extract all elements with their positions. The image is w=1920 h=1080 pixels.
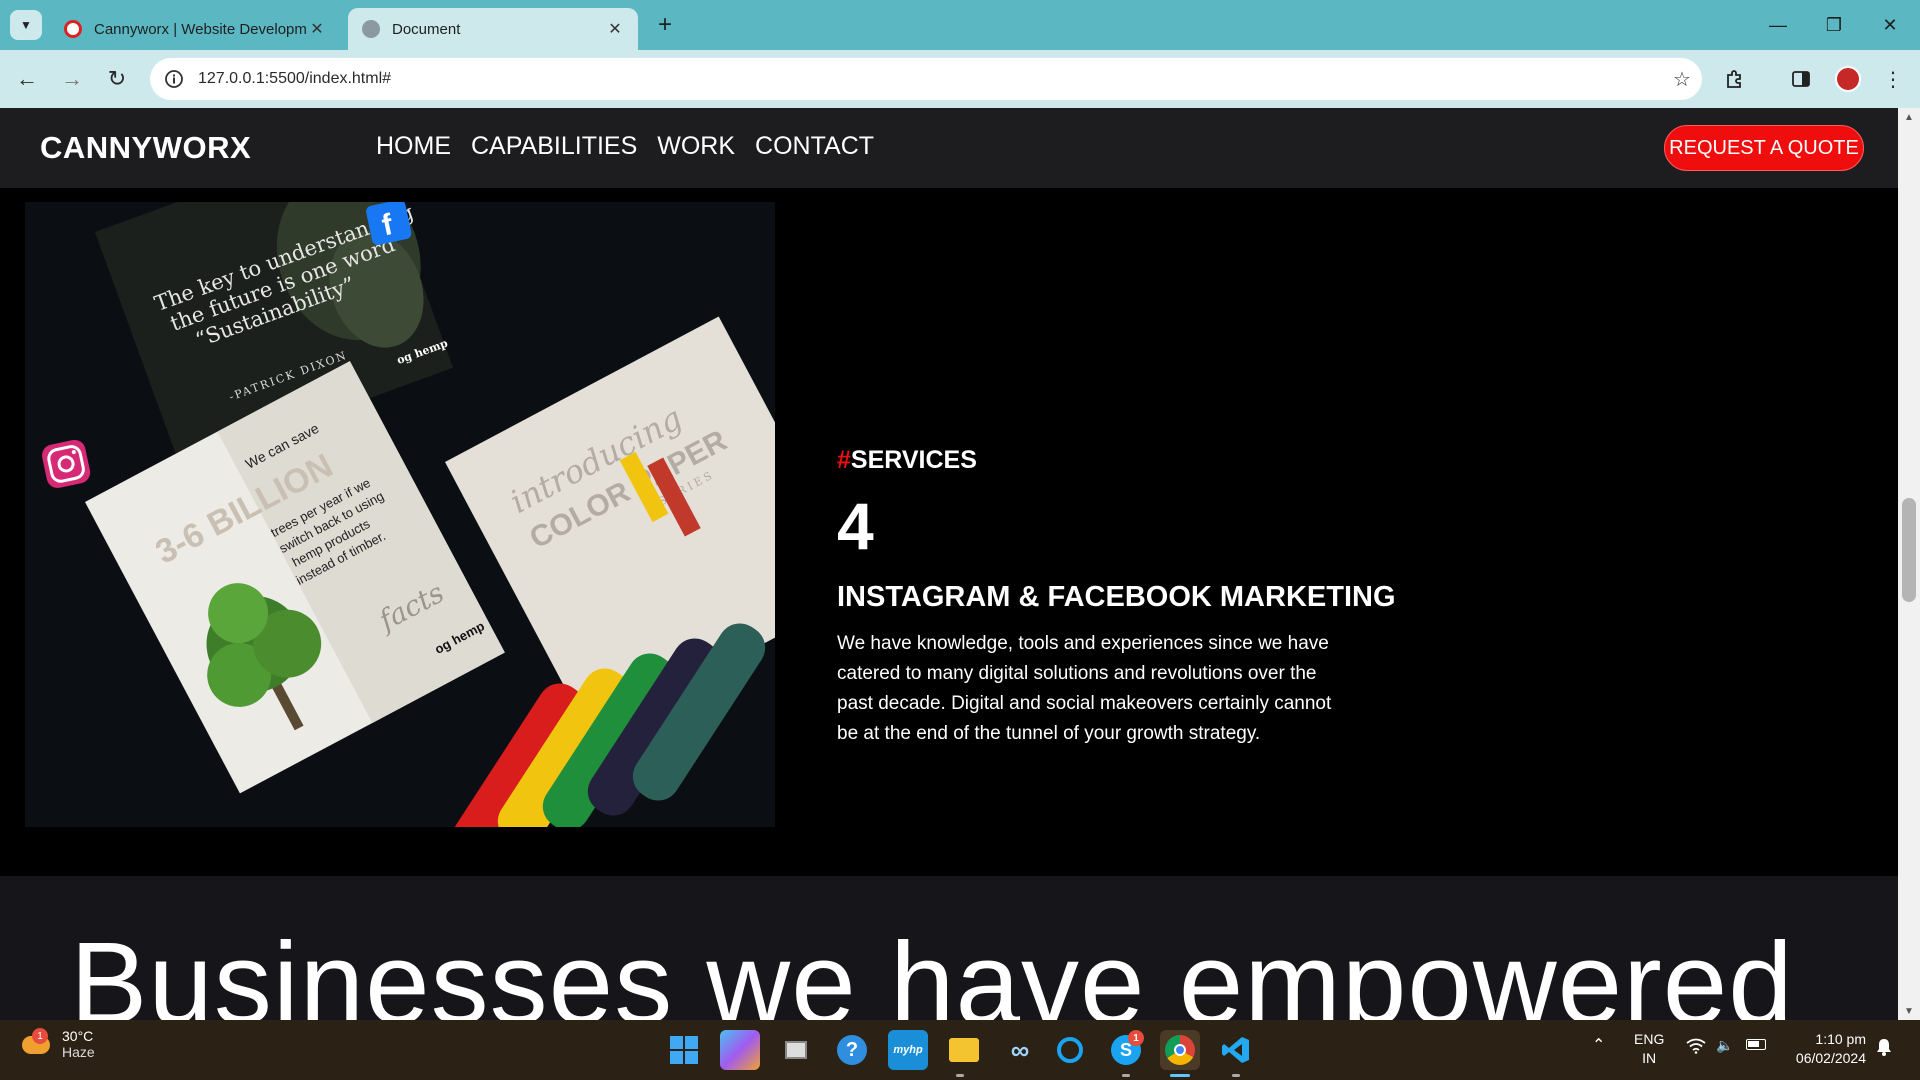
active-indicator (1170, 1074, 1190, 1077)
globe-icon (362, 20, 380, 38)
scroll-up-arrow-icon[interactable]: ▲ (1898, 108, 1920, 126)
browser-tab-bar: ▼ Cannyworx | Website Developm ✕ Documen… (0, 0, 1920, 50)
browser-toolbar: ← → ↻ 127.0.0.1:5500/index.html# ☆ ⋮ (0, 50, 1920, 140)
tab-title: Cannyworx | Website Developm (94, 20, 307, 38)
menu-kebab-icon[interactable]: ⋮ (1878, 64, 1908, 94)
battery-icon[interactable] (1746, 1039, 1766, 1050)
nav-contact[interactable]: CONTACT (755, 132, 874, 161)
taskbar: 1 30°C Haze ? myhp ∞ S 1 ⌃ ENG IN 🔈 1:10… (0, 1020, 1920, 1080)
chevron-down-icon: ▼ (20, 18, 32, 32)
site-info-icon[interactable] (154, 69, 194, 89)
extensions-puzzle-icon[interactable] (1720, 64, 1750, 94)
chevron-up-icon[interactable]: ⌃ (1592, 1036, 1605, 1055)
service-section: The key to understanding the future is o… (0, 188, 1898, 876)
language-indicator[interactable]: ENG IN (1634, 1030, 1664, 1068)
close-icon[interactable]: ✕ (606, 19, 624, 39)
clock-date: 06/02/2024 (1795, 1050, 1866, 1066)
profile-avatar[interactable] (1833, 64, 1863, 94)
infinity-app-icon[interactable]: ∞ (1000, 1030, 1040, 1070)
skype-icon[interactable]: S 1 (1106, 1030, 1146, 1070)
volume-icon[interactable]: 🔈 (1716, 1036, 1733, 1055)
businesses-heading: Businesses we have empowered (70, 918, 1794, 1020)
myhp-icon[interactable]: myhp (888, 1030, 928, 1070)
service-description: We have knowledge, tools and experiences… (837, 633, 1332, 744)
site-header: CANNYWORX HOME CAPABILITIES WORK CONTACT… (0, 108, 1898, 188)
nav-home[interactable]: HOME (376, 132, 451, 161)
nav-capabilities[interactable]: CAPABILITIES (471, 132, 637, 161)
bookmark-star-icon[interactable]: ☆ (1662, 67, 1702, 92)
service-number: 4 (837, 489, 874, 563)
weather-temp: 30°C (62, 1028, 94, 1044)
running-indicator (1232, 1074, 1240, 1077)
chrome-icon[interactable] (1160, 1030, 1200, 1070)
weather-widget[interactable]: 1 30°C Haze (20, 1028, 95, 1060)
site-logo[interactable]: CANNYWORX (40, 130, 251, 166)
help-icon[interactable]: ? (832, 1030, 872, 1070)
request-quote-button[interactable]: REQUEST A QUOTE (1664, 125, 1864, 171)
restore-button[interactable]: ❐ (1806, 0, 1862, 50)
tab-cannyworx[interactable]: Cannyworx | Website Developm ✕ (50, 8, 340, 50)
skype-badge: 1 (1128, 1030, 1144, 1046)
nav-work[interactable]: WORK (657, 132, 735, 161)
weather-badge: 1 (32, 1028, 48, 1044)
section-tag: #SERVICES (837, 446, 977, 474)
close-window-button[interactable]: ✕ (1862, 0, 1918, 50)
minimize-button[interactable]: — (1750, 0, 1806, 50)
running-indicator (956, 1074, 964, 1077)
close-icon[interactable]: ✕ (308, 19, 326, 39)
copilot-icon[interactable] (720, 1030, 760, 1070)
cannyworx-favicon-icon (64, 20, 82, 38)
back-arrow-icon[interactable]: ← (10, 62, 44, 96)
service-image: The key to understanding the future is o… (25, 202, 775, 827)
address-bar[interactable]: 127.0.0.1:5500/index.html# ☆ (150, 58, 1702, 100)
notification-bell-icon[interactable] (1876, 1038, 1892, 1061)
vscode-icon[interactable] (1216, 1030, 1256, 1070)
side-panel-icon[interactable] (1786, 64, 1816, 94)
wifi-icon[interactable] (1686, 1038, 1706, 1059)
reload-icon[interactable]: ↻ (100, 62, 134, 96)
scroll-down-arrow-icon[interactable]: ▼ (1898, 1002, 1920, 1020)
file-explorer-icon[interactable] (944, 1030, 984, 1070)
page-scrollbar[interactable]: ▲ ▼ (1898, 108, 1920, 1020)
scrollbar-thumb[interactable] (1902, 498, 1916, 602)
main-nav: HOME CAPABILITIES WORK CONTACT (376, 132, 874, 161)
task-view-icon[interactable] (776, 1030, 816, 1070)
url-text[interactable]: 127.0.0.1:5500/index.html# (198, 70, 1662, 88)
forward-arrow-icon[interactable]: → (55, 62, 89, 96)
cortana-icon[interactable] (1050, 1030, 1090, 1070)
running-indicator (1122, 1074, 1130, 1077)
weather-condition: Haze (62, 1044, 95, 1060)
service-title: INSTAGRAM & FACEBOOK MARKETING (837, 581, 1396, 613)
weather-icon: 1 (20, 1028, 52, 1060)
page-viewport: CANNYWORX HOME CAPABILITIES WORK CONTACT… (0, 108, 1920, 1020)
clock-time: 1:10 pm (1815, 1031, 1866, 1047)
clock[interactable]: 1:10 pm 06/02/2024 (1786, 1030, 1866, 1068)
windows-start-icon[interactable] (664, 1030, 704, 1070)
tab-search-button[interactable]: ▼ (10, 10, 42, 40)
social-posts-collage: The key to understanding the future is o… (25, 202, 775, 827)
tab-title: Document (392, 20, 461, 38)
businesses-section: Businesses we have empowered (0, 876, 1898, 1020)
plus-icon[interactable]: + (650, 10, 680, 40)
tab-document[interactable]: Document ✕ (348, 8, 638, 50)
